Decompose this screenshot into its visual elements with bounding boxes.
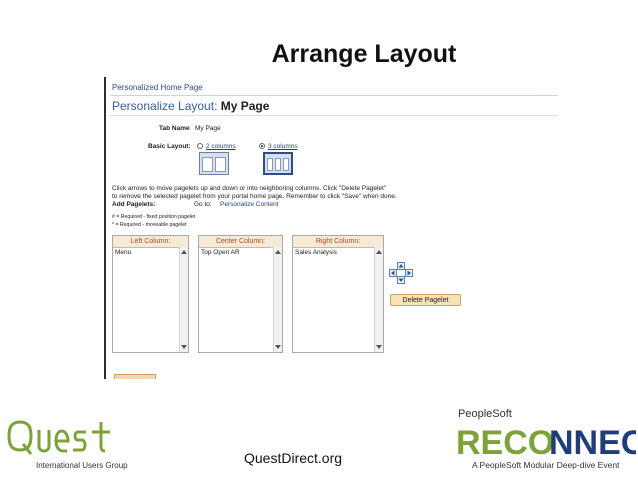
scroll-up-icon[interactable]	[275, 250, 281, 254]
legend-moveable: * = Required - moveable pagelet	[112, 222, 187, 228]
center-column-header: Center Column:	[199, 236, 282, 248]
breadcrumb-divider	[110, 95, 558, 96]
add-pagelets-label: Add Pagelets:	[112, 201, 156, 208]
center-column-list[interactable]: Center Column: Top Open AR	[198, 235, 283, 353]
two-columns-radio[interactable]	[197, 143, 203, 149]
delete-pagelet-button[interactable]: Delete Pagelet	[390, 294, 461, 306]
personalize-content-link[interactable]: Personalize Content	[220, 201, 279, 208]
breadcrumb[interactable]: Personalized Home Page	[112, 83, 203, 92]
reconnect-tagline: A PeopleSoft Modular Deep-dive Event	[472, 460, 620, 470]
three-columns-radio[interactable]	[259, 143, 265, 149]
scroll-down-icon[interactable]	[376, 345, 382, 349]
move-right-icon[interactable]	[405, 269, 413, 277]
layout-column-preview	[283, 158, 289, 171]
right-column-scrollbar[interactable]	[374, 247, 383, 352]
left-column-header: Left Column:	[113, 236, 188, 248]
scroll-up-icon[interactable]	[376, 250, 382, 254]
two-columns-label[interactable]: 2 columns	[206, 143, 236, 150]
right-column-list[interactable]: Right Column: Sales Analysis	[292, 235, 384, 353]
legend-fixed: # = Required - fixed position pagelet	[112, 214, 196, 220]
layout-column-preview	[215, 157, 226, 172]
list-item[interactable]: Top Open AR	[201, 249, 240, 256]
move-arrows	[389, 262, 413, 284]
left-column-scrollbar[interactable]	[179, 247, 188, 352]
move-up-icon[interactable]	[397, 262, 405, 270]
move-left-icon[interactable]	[389, 269, 397, 277]
quest-tagline: International Users Group	[36, 461, 128, 470]
basic-layout-label: Basic Layout:	[148, 143, 191, 150]
right-column-header: Right Column:	[293, 236, 383, 248]
scroll-up-icon[interactable]	[181, 250, 187, 254]
scroll-down-icon[interactable]	[181, 345, 187, 349]
list-item[interactable]: Menu	[115, 249, 131, 256]
reconnect-logo-icon: RECO NNECT	[456, 424, 636, 462]
instructions: Click arrows to move pagelets up and dow…	[112, 185, 452, 201]
left-column-list[interactable]: Left Column: Menu	[112, 235, 189, 353]
instructions-line-2: to remove the selected pagelet from your…	[112, 193, 397, 200]
instructions-line-1: Click arrows to move pagelets up and dow…	[112, 185, 387, 192]
two-columns-layout-icon[interactable]	[199, 152, 229, 175]
move-down-icon[interactable]	[397, 276, 405, 284]
goto-label: Go to:	[194, 201, 212, 208]
list-item[interactable]: Sales Analysis	[295, 249, 337, 256]
move-arrows-graphic	[389, 262, 413, 284]
screenshot-panel: Personalized Home Page Personalize Layou…	[104, 77, 558, 379]
slide-title: Arrange Layout	[271, 40, 457, 68]
cut-off-save-button[interactable]	[114, 374, 156, 379]
three-columns-label[interactable]: 3 columns	[268, 143, 298, 150]
reconnect-nnect-text: NNECT	[549, 424, 636, 462]
center-column-scrollbar[interactable]	[273, 247, 282, 352]
layout-column-preview	[267, 158, 273, 171]
site-url: QuestDirect.org	[244, 450, 343, 466]
page-title-prefix: Personalize Layout:	[112, 99, 218, 113]
page-title: Personalize Layout: My Page	[112, 99, 269, 113]
tab-name-label: Tab Name	[159, 125, 190, 132]
layout-column-preview	[202, 157, 213, 172]
reconnect-re-text: RECO	[456, 424, 554, 462]
scroll-down-icon[interactable]	[275, 345, 281, 349]
three-columns-layout-icon[interactable]	[263, 152, 293, 175]
title-divider	[110, 115, 558, 116]
page-title-name: My Page	[220, 99, 270, 113]
layout-column-preview	[275, 158, 281, 171]
peoplesoft-label: PeopleSoft	[458, 408, 512, 420]
tab-name-value: My Page	[195, 125, 221, 132]
